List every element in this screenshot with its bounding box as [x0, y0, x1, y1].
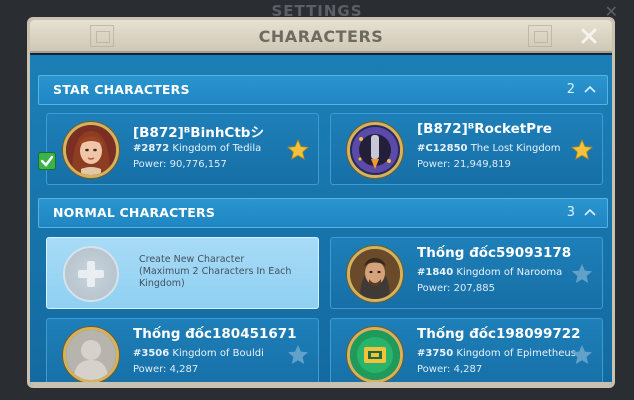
section-star-characters[interactable]: STAR CHARACTERS 2	[38, 75, 608, 105]
create-label: Create New Character	[139, 254, 245, 265]
character-avatar	[347, 122, 403, 178]
character-power: Power: 21,949,819	[417, 159, 511, 170]
star-filled-icon[interactable]	[570, 138, 594, 162]
character-kingdom: #3750 Kingdom of Epimetheus	[417, 348, 576, 359]
section-normal-characters[interactable]: NORMAL CHARACTERS 3	[38, 198, 608, 228]
kingdom-name: Kingdom of Tedila	[172, 143, 262, 154]
character-power: Power: 90,776,157	[133, 159, 227, 170]
kingdom-id: #C12850	[417, 143, 468, 154]
chevron-up-icon[interactable]	[583, 206, 597, 220]
character-power: Power: 207,885	[417, 283, 495, 294]
character-avatar	[347, 327, 403, 383]
character-name: [B872]ᴮRocketPre	[417, 121, 552, 137]
character-card[interactable]: [B872]ᴮBinhCtbシ #2872 Kingdom of Tedila …	[38, 113, 319, 185]
selected-checkbox[interactable]	[38, 152, 56, 170]
dialog-header: CHARACTERS	[30, 20, 612, 53]
create-character-button[interactable]: Create New Character (Maximum 2 Characte…	[46, 237, 319, 309]
close-button[interactable]	[576, 23, 602, 49]
create-sublabel: (Maximum 2 Characters In Each Kingdom)	[139, 266, 292, 289]
character-name: [B872]ᴮBinhCtbシ	[133, 125, 264, 141]
character-kingdom: #2872 Kingdom of Tedila	[133, 143, 261, 154]
kingdom-name: Kingdom of Epimetheus	[456, 348, 576, 359]
character-avatar	[347, 246, 403, 302]
character-card[interactable]: Thống đốc59093178 #1840 Kingdom of Naroo…	[330, 237, 603, 309]
character-card[interactable]: Thống đốc198099722 #3750 Kingdom of Epim…	[330, 318, 603, 385]
character-power: Power: 4,287	[133, 364, 199, 375]
star-outline-icon[interactable]	[570, 262, 594, 286]
character-name: Thống đốc198099722	[417, 326, 581, 342]
section-title: STAR CHARACTERS	[53, 82, 190, 97]
character-card[interactable]: [B872]ᴮRocketPre #C12850 The Lost Kingdo…	[330, 113, 603, 185]
character-avatar	[63, 327, 119, 383]
kingdom-id: #3506	[133, 348, 170, 359]
star-outline-icon[interactable]	[570, 343, 594, 367]
create-character-text: Create New Character (Maximum 2 Characte…	[139, 254, 309, 290]
dialog-body: STAR CHARACTERS 2 [B872]ᴮBinhCtbシ #2872 …	[30, 55, 612, 385]
dialog-bottom-border	[30, 382, 612, 385]
kingdom-name: Kingdom of Narooma	[456, 267, 563, 278]
kingdom-id: #3750	[417, 348, 454, 359]
star-filled-icon[interactable]	[286, 138, 310, 162]
close-icon	[581, 28, 597, 44]
section-title: NORMAL CHARACTERS	[53, 205, 216, 220]
dialog-title: CHARACTERS	[258, 27, 384, 46]
section-count: 2	[566, 82, 575, 97]
kingdom-id: #1840	[417, 267, 454, 278]
character-name: Thống đốc59093178	[417, 245, 572, 261]
kingdom-name: The Lost Kingdom	[470, 143, 561, 154]
kingdom-id: #2872	[133, 143, 170, 154]
character-card[interactable]: Thống đốc180451671 #3506 Kingdom of Boul…	[46, 318, 319, 385]
character-kingdom: #1840 Kingdom of Narooma	[417, 267, 562, 278]
chevron-up-icon[interactable]	[583, 83, 597, 97]
character-name: Thống đốc180451671	[133, 326, 297, 342]
star-outline-icon[interactable]	[286, 343, 310, 367]
characters-dialog: CHARACTERS STAR CHARACTERS 2 [B872]ᴮBinh…	[27, 17, 615, 388]
character-avatar	[63, 122, 119, 178]
character-kingdom: #C12850 The Lost Kingdom	[417, 143, 561, 154]
plus-icon	[63, 246, 119, 302]
section-count: 3	[566, 205, 575, 220]
character-kingdom: #3506 Kingdom of Bouldi	[133, 348, 264, 359]
kingdom-name: Kingdom of Bouldi	[172, 348, 264, 359]
character-power: Power: 4,287	[417, 364, 483, 375]
checkmark-icon	[40, 155, 54, 167]
